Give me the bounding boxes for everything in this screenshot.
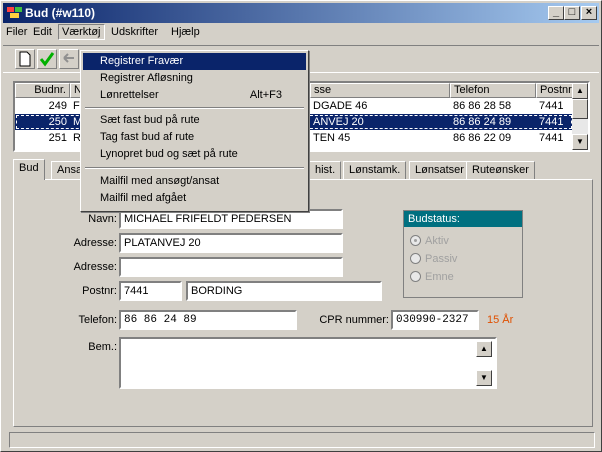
menu-item-label: Lønrettelser — [100, 89, 159, 101]
postnr-field[interactable]: 7441 — [119, 281, 182, 301]
app-icon — [7, 7, 22, 18]
menu-hjaelp[interactable]: Hjælp — [171, 26, 200, 38]
menu-item-shortcut: Alt+F3 — [249, 89, 282, 101]
undo-icon — [63, 53, 74, 63]
menu-udskrifter[interactable]: Udskrifter — [111, 26, 158, 38]
grid-scrollbar[interactable]: ▲ ▼ — [572, 83, 588, 150]
radio-icon — [410, 253, 421, 264]
cell-telefon: 86 86 24 89 — [453, 116, 512, 128]
telefon-label: Telefon: — [78, 314, 117, 326]
menu-item-registrer-fravaer[interactable]: Registrer Fravær — [83, 53, 306, 70]
status-emne-label: Emne — [425, 271, 454, 283]
adresse-label: Adresse: — [73, 237, 117, 249]
scroll-up-icon[interactable]: ▲ — [476, 341, 492, 357]
cell-budnr: 251 — [48, 132, 67, 144]
scroll-up-icon[interactable]: ▲ — [572, 83, 588, 99]
adresse2-label: Adresse: — [73, 261, 117, 273]
scroll-thumb[interactable] — [572, 99, 588, 119]
tab-bud[interactable]: Bud — [13, 159, 45, 180]
menu-separator — [85, 167, 304, 169]
menu-filer[interactable]: Filer — [6, 26, 27, 38]
adresse2-field[interactable] — [119, 257, 343, 277]
status-passiv-label: Passiv — [425, 253, 458, 265]
grid-header-telefon[interactable]: Telefon — [450, 83, 536, 98]
navn-field[interactable]: MICHAEL FRIFELDT PEDERSEN — [119, 209, 343, 229]
bem-label: Bem.: — [88, 341, 117, 353]
menu-item-label: Registrer Afløsning — [100, 72, 193, 84]
menu-item-label: Mailfil med ansøgt/ansat — [100, 175, 220, 187]
title-bar[interactable]: Bud (#w110) _ □ × — [3, 3, 599, 23]
checkmark-icon — [39, 52, 55, 67]
menu-item-label: Registrer Fravær — [100, 55, 184, 67]
save-button[interactable] — [37, 49, 57, 69]
postnr-label: Postnr: — [82, 285, 117, 297]
minimize-button[interactable]: _ — [548, 6, 564, 20]
menu-edit[interactable]: Edit — [33, 26, 52, 38]
cell-adresse: ANVEJ 20 — [313, 116, 364, 128]
cell-adresse: DGADE 46 — [313, 100, 368, 112]
undo-button[interactable] — [59, 49, 79, 69]
by-field[interactable]: BORDING — [186, 281, 382, 301]
tab-loenstamk[interactable]: Lønstamk. — [343, 161, 407, 179]
budstatus-title: Budstatus: — [404, 211, 522, 227]
menu-item-mailfil-afgaaet[interactable]: Mailfil med afgået — [83, 190, 306, 207]
cpr-label: CPR nummer: — [319, 314, 389, 326]
status-passiv-radio[interactable]: Passiv — [410, 253, 457, 265]
menu-item-label: Mailfil med afgået — [100, 192, 187, 204]
grid-header-adresse[interactable]: sse — [310, 83, 450, 98]
cell-telefon: 86 86 28 58 — [453, 100, 512, 112]
cell-budnr: 250 — [48, 116, 67, 128]
menu-item-label: Lynopret bud og sæt på rute — [100, 148, 238, 160]
scroll-down-icon[interactable]: ▼ — [572, 134, 588, 150]
menu-item-saet-fast-bud[interactable]: Sæt fast bud på rute — [83, 112, 306, 129]
menu-item-tag-fast-bud[interactable]: Tag fast bud af rute — [83, 129, 306, 146]
vaerktoej-dropdown-menu: Registrer Fravær Registrer Afløsning Løn… — [80, 50, 309, 212]
menu-item-mailfil-ansoegt[interactable]: Mailfil med ansøgt/ansat — [83, 173, 306, 190]
adresse-field[interactable]: PLATANVEJ 20 — [119, 233, 343, 253]
radio-selected-icon — [410, 235, 421, 246]
new-document-icon — [19, 51, 31, 67]
maximize-button[interactable]: □ — [564, 6, 580, 20]
menu-vaerktoej[interactable]: Værktøj — [58, 24, 105, 40]
window-title: Bud (#w110) — [25, 6, 96, 20]
menu-separator — [85, 107, 304, 109]
tab-ruteoensker[interactable]: Ruteønsker — [466, 161, 535, 179]
menu-item-lynopret-bud[interactable]: Lynopret bud og sæt på rute — [83, 146, 306, 163]
app-window: Bud (#w110) _ □ × Filer Edit Værktøj Uds… — [0, 0, 602, 452]
tab-hist[interactable]: hist. — [309, 161, 342, 179]
cell-telefon: 86 86 22 09 — [453, 132, 512, 144]
cell-postnr: 7441 — [539, 132, 564, 144]
cell-budnr: 249 — [48, 100, 67, 112]
menu-item-registrer-afloesning[interactable]: Registrer Afløsning — [83, 70, 306, 87]
cell-postnr: 7441 — [539, 100, 564, 112]
grid-header-postnr[interactable]: Postnr — [536, 83, 573, 98]
cell-postnr: 7441 — [539, 116, 564, 128]
bem-textarea[interactable] — [119, 337, 497, 389]
new-button[interactable] — [15, 49, 35, 69]
scroll-down-icon[interactable]: ▼ — [476, 370, 492, 386]
cell-adresse: TEN 45 — [313, 132, 351, 144]
menu-item-label: Sæt fast bud på rute — [100, 114, 200, 126]
navn-label: Navn: — [88, 213, 117, 225]
close-button[interactable]: × — [581, 6, 597, 20]
age-value: 15 År — [487, 314, 514, 326]
status-aktiv-radio[interactable]: Aktiv — [410, 235, 449, 247]
telefon-field[interactable]: 86 86 24 89 — [119, 310, 297, 330]
status-bar — [9, 432, 595, 448]
cpr-field[interactable]: 030990-2327 — [391, 310, 479, 330]
menu-item-loenrettelser[interactable]: Lønrettelser Alt+F3 — [83, 87, 306, 104]
menu-item-label: Tag fast bud af rute — [100, 131, 195, 143]
grid-header-budnr[interactable]: Budnr. — [15, 83, 70, 98]
menu-bar: Filer Edit Værktøj Udskrifter Hjælp — [3, 24, 599, 42]
status-emne-radio[interactable]: Emne — [410, 271, 454, 283]
budstatus-group: Budstatus: Aktiv Passiv Emne — [403, 210, 523, 298]
status-aktiv-label: Aktiv — [425, 235, 449, 247]
radio-icon — [410, 271, 421, 282]
tab-loensatser[interactable]: Lønsatser — [409, 161, 470, 179]
